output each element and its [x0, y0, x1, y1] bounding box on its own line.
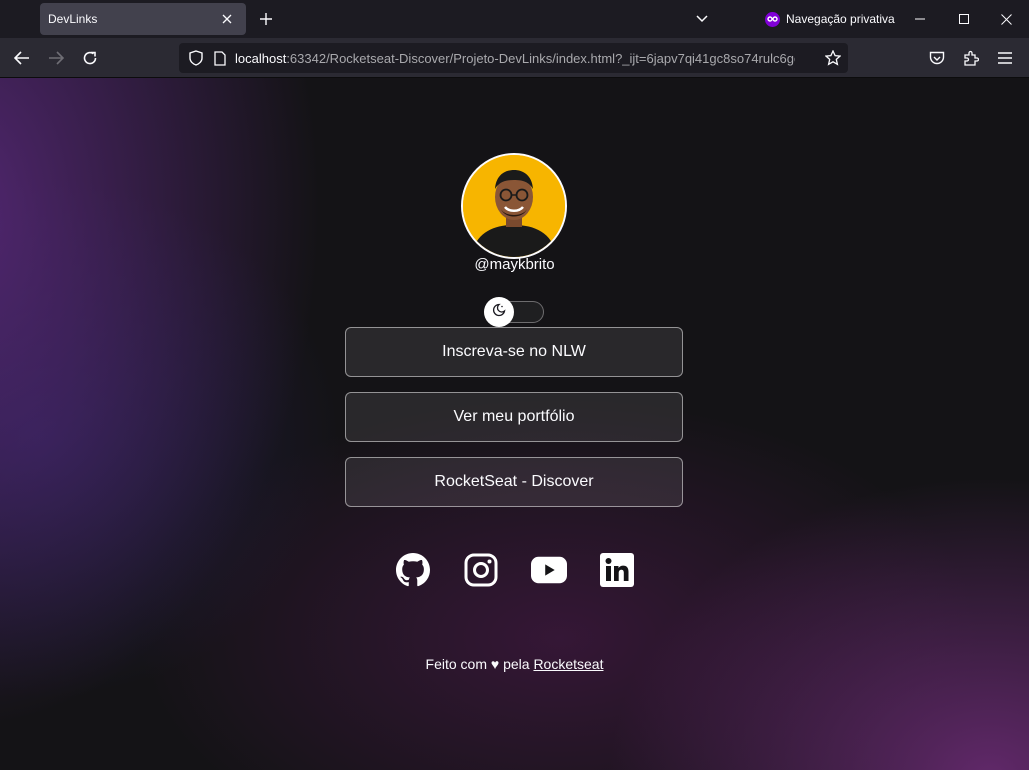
username: @maykbrito — [474, 256, 555, 273]
link-button-portfolio[interactable]: Ver meu portfólio — [345, 392, 683, 442]
footer-text: Feito com ♥ pela — [425, 656, 534, 672]
youtube-icon[interactable] — [531, 552, 567, 588]
page-icon[interactable] — [211, 49, 229, 67]
plus-icon[interactable] — [255, 8, 277, 30]
url-path: :63342/Rocketseat-Discover/Projeto-DevLi… — [286, 50, 795, 66]
avatar-person-image — [463, 155, 565, 257]
reload-icon[interactable] — [79, 47, 101, 69]
maximize-icon[interactable] — [953, 9, 975, 29]
minimize-icon[interactable] — [909, 9, 931, 29]
extensions-icon[interactable] — [960, 47, 982, 69]
back-icon[interactable] — [11, 47, 33, 69]
moon-icon — [492, 303, 506, 322]
forward-icon[interactable] — [45, 47, 67, 69]
theme-toggle-knob[interactable] — [484, 297, 514, 327]
url-text[interactable]: localhost:63342/Rocketseat-Discover/Proj… — [235, 51, 795, 66]
rocketseat-link[interactable]: Rocketseat — [533, 656, 603, 672]
private-label: Navegação privativa — [786, 12, 895, 26]
tab-devlinks[interactable]: DevLinks — [40, 3, 246, 35]
tab-strip: DevLinks Navegação privativa — [0, 0, 1029, 38]
close-window-icon[interactable] — [995, 9, 1017, 29]
url-host: localhost — [235, 50, 287, 66]
url-bar[interactable]: localhost:63342/Rocketseat-Discover/Proj… — [179, 43, 848, 73]
list-item: RocketSeat - Discover — [345, 457, 683, 507]
private-browsing-indicator: Navegação privativa — [765, 9, 895, 29]
pocket-icon[interactable] — [926, 47, 948, 69]
list-item: Ver meu portfólio — [345, 392, 683, 442]
page-viewport: @maykbrito Inscreva-se no NLW Ver meu po… — [0, 78, 1029, 770]
linkedin-icon[interactable] — [599, 552, 635, 588]
link-button-discover[interactable]: RocketSeat - Discover — [345, 457, 683, 507]
social-links — [395, 552, 635, 588]
tab-title: DevLinks — [48, 12, 98, 26]
shield-icon[interactable] — [187, 49, 205, 67]
avatar — [461, 153, 567, 259]
link-list: Inscreva-se no NLW Ver meu portfólio Roc… — [345, 327, 683, 522]
theme-toggle[interactable] — [484, 297, 544, 327]
close-icon[interactable] — [218, 10, 236, 28]
chevron-down-icon[interactable] — [692, 9, 712, 29]
private-mask-icon — [765, 11, 780, 27]
list-item: Inscreva-se no NLW — [345, 327, 683, 377]
footer: Feito com ♥ pela Rocketseat — [0, 656, 1029, 672]
menu-icon[interactable] — [994, 47, 1016, 69]
navigation-toolbar: localhost:63342/Rocketseat-Discover/Proj… — [0, 38, 1029, 78]
github-icon[interactable] — [395, 552, 431, 588]
star-icon[interactable] — [824, 49, 842, 67]
link-button-nlw[interactable]: Inscreva-se no NLW — [345, 327, 683, 377]
instagram-icon[interactable] — [463, 552, 499, 588]
